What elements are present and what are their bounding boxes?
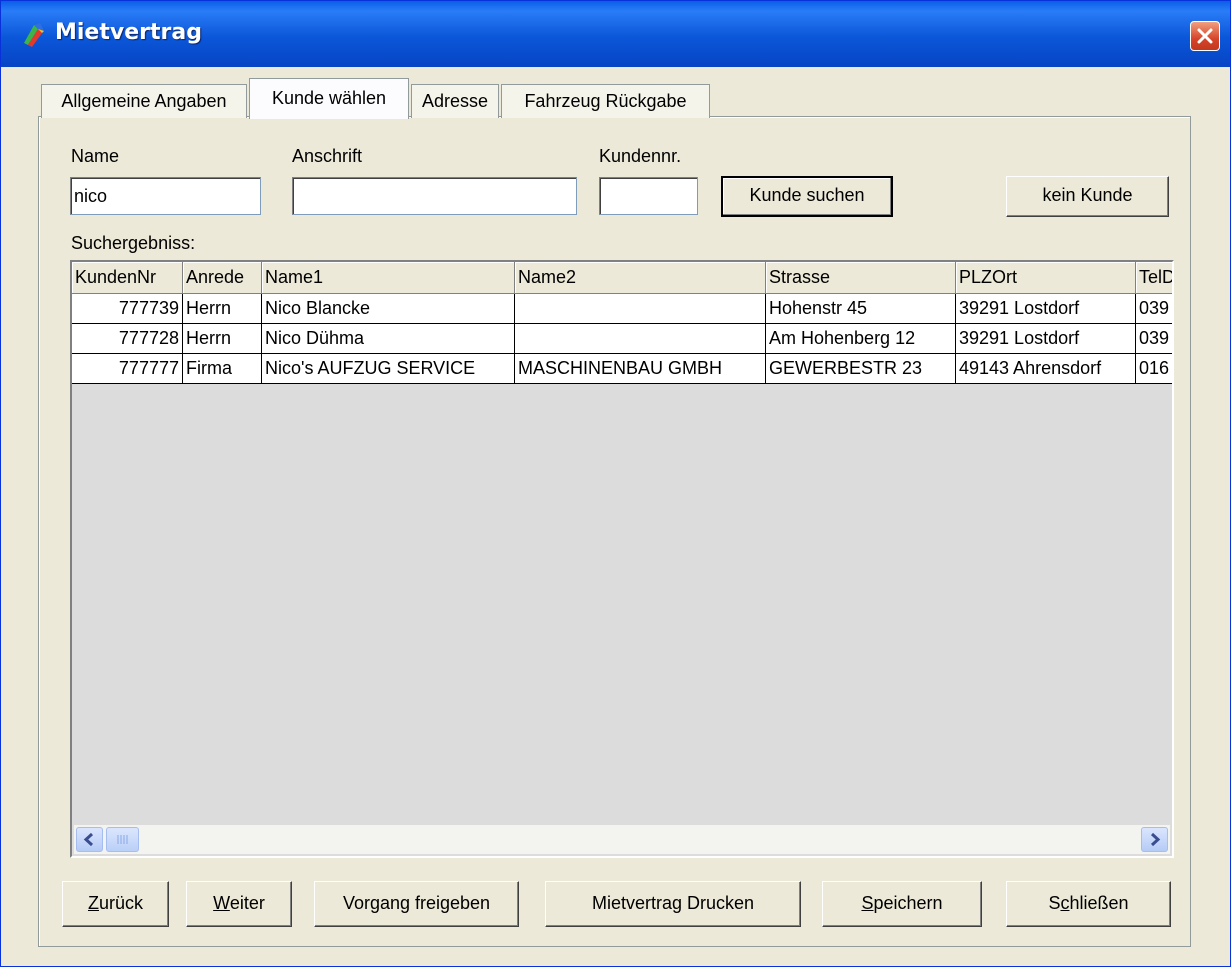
column-header-teld[interactable]: TelD: [1136, 262, 1172, 294]
cell-anrede: Herrn: [183, 294, 262, 324]
kein-kunde-button[interactable]: kein Kunde: [1006, 176, 1169, 217]
arrow-right-icon: [1150, 832, 1161, 847]
mietvertrag-window: Mietvertrag Allgemeine Angaben Kunde wäh…: [0, 0, 1231, 967]
cell-name2: MASCHINENBAU GMBH: [515, 354, 766, 384]
cell-plzort: 39291 Lostdorf: [956, 324, 1136, 354]
accel-z: Z: [87, 893, 99, 913]
table-row[interactable]: 777739 Herrn Nico Blancke Hohenstr 45 39…: [72, 294, 1172, 324]
table-row[interactable]: 777777 Firma Nico's AUFZUG SERVICE MASCH…: [72, 354, 1172, 384]
accel-w: W: [213, 893, 230, 913]
table-row[interactable]: 777728 Herrn Nico Dühma Am Hohenberg 12 …: [72, 324, 1172, 354]
anschrift-label: Anschrift: [292, 146, 363, 166]
cell-name2: [515, 324, 766, 354]
scroll-left-button[interactable]: [76, 827, 103, 852]
window-title: Mietvertrag: [55, 20, 202, 45]
cell-kundennr: 777728: [72, 324, 183, 354]
cell-strasse: Hohenstr 45: [766, 294, 956, 324]
cell-name1: Nico Dühma: [262, 324, 515, 354]
close-window-button[interactable]: [1190, 21, 1220, 51]
tab-allgemeine-angaben[interactable]: Allgemeine Angaben: [41, 84, 247, 118]
zurueck-button[interactable]: Zurück: [62, 881, 169, 927]
cell-name2: [515, 294, 766, 324]
cell-plzort: 39291 Lostdorf: [956, 294, 1136, 324]
column-header-kundennr[interactable]: KundenNr: [72, 262, 183, 294]
arrow-left-icon: [83, 832, 94, 847]
zurueck-label-rest: urück: [98, 893, 143, 913]
kunde-suchen-button[interactable]: Kunde suchen: [721, 176, 893, 217]
cell-anrede: Herrn: [183, 324, 262, 354]
column-header-name2[interactable]: Name2: [515, 262, 766, 294]
app-icon: [24, 23, 44, 47]
cell-name1: Nico Blancke: [262, 294, 515, 324]
tab-fahrzeug-rueckgabe[interactable]: Fahrzeug Rückgabe: [501, 84, 710, 118]
grip-icon: [117, 835, 128, 844]
horizontal-scrollbar[interactable]: [74, 825, 1170, 854]
tab-adresse[interactable]: Adresse: [411, 84, 499, 118]
scroll-right-button[interactable]: [1141, 827, 1168, 852]
vorgang-freigeben-button[interactable]: Vorgang freigeben: [314, 881, 519, 927]
cell-teld: 039: [1136, 294, 1172, 324]
mietvertrag-drucken-button[interactable]: Mietvertrag Drucken: [545, 881, 801, 927]
cell-teld: 039: [1136, 324, 1172, 354]
schliessen-button[interactable]: Schließen: [1006, 881, 1171, 927]
title-bar[interactable]: Mietvertrag: [1, 1, 1230, 67]
column-header-anrede[interactable]: Anrede: [183, 262, 262, 294]
grid-header-row: KundenNr Anrede Name1 Name2 Strasse PLZO…: [72, 262, 1172, 294]
cell-anrede: Firma: [183, 354, 262, 384]
schliessen-label-pre: S: [1048, 893, 1061, 913]
tab-kunde-waehlen[interactable]: Kunde wählen: [249, 78, 409, 119]
cell-strasse: Am Hohenberg 12: [766, 324, 956, 354]
accel-s: S: [861, 893, 874, 913]
cell-kundennr: 777739: [72, 294, 183, 324]
column-header-name1[interactable]: Name1: [262, 262, 515, 294]
kundennr-label: Kundennr.: [599, 146, 682, 166]
anschrift-input[interactable]: [292, 177, 577, 215]
results-label: Suchergebniss:: [71, 233, 196, 253]
results-grid[interactable]: KundenNr Anrede Name1 Name2 Strasse PLZO…: [70, 260, 1174, 858]
column-header-plzort[interactable]: PLZOrt: [956, 262, 1136, 294]
cell-plzort: 49143 Ahrensdorf: [956, 354, 1136, 384]
weiter-button[interactable]: Weiter: [186, 881, 292, 927]
weiter-label-rest: eiter: [229, 893, 265, 913]
name-input[interactable]: [70, 177, 261, 215]
kundennr-input[interactable]: [599, 177, 698, 215]
cell-strasse: GEWERBESTR 23: [766, 354, 956, 384]
cell-kundennr: 777777: [72, 354, 183, 384]
name-label: Name: [71, 146, 120, 166]
scroll-thumb[interactable]: [106, 827, 139, 852]
schliessen-label-rest: hließen: [1069, 893, 1129, 913]
speichern-button[interactable]: Speichern: [822, 881, 982, 927]
close-icon: [1197, 28, 1213, 44]
cell-teld: 016: [1136, 354, 1172, 384]
speichern-label-rest: peichern: [873, 893, 943, 913]
cell-name1: Nico's AUFZUG SERVICE: [262, 354, 515, 384]
column-header-strasse[interactable]: Strasse: [766, 262, 956, 294]
